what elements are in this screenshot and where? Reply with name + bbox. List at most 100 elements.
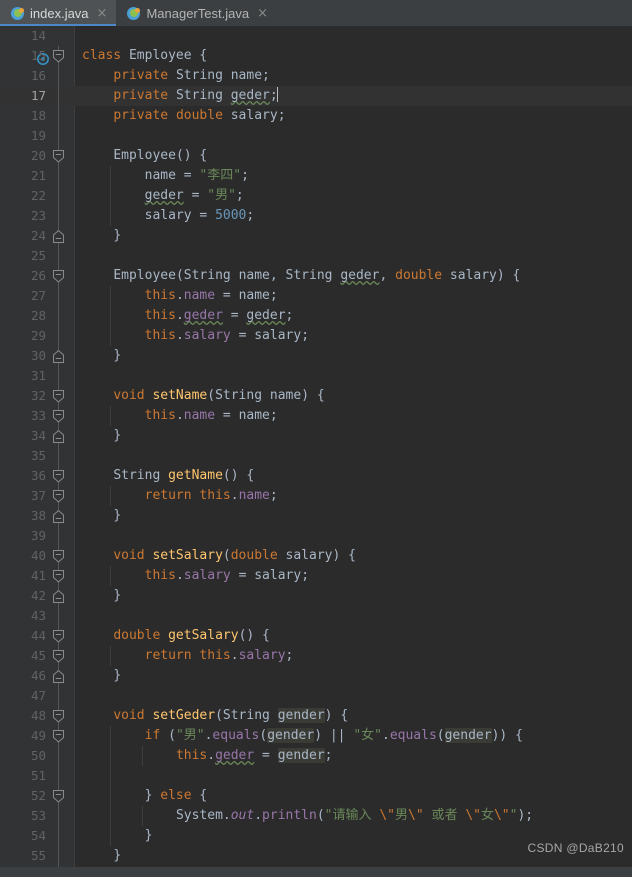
code-line[interactable]: 33 this.name = name; <box>0 406 632 426</box>
code-line[interactable]: 34 } <box>0 426 632 446</box>
code-line[interactable]: 48 void setGeder(String gender) { <box>0 706 632 726</box>
fold-expand-icon[interactable] <box>53 590 64 603</box>
code-text[interactable]: name = "李四"; <box>82 166 249 186</box>
code-line[interactable]: 40 void setSalary(double salary) { <box>0 546 632 566</box>
fold-guide-line <box>58 126 59 146</box>
code-text[interactable]: void setName(String name) { <box>82 386 324 406</box>
code-line[interactable]: 30 } <box>0 346 632 366</box>
code-text[interactable]: this.geder = geder; <box>82 306 294 326</box>
code-text[interactable]: void setGeder(String gender) { <box>82 706 348 726</box>
close-icon[interactable]: × <box>97 7 108 20</box>
code-line[interactable]: 36 String getName() { <box>0 466 632 486</box>
code-line[interactable]: 25 <box>0 246 632 266</box>
fold-collapse-icon[interactable] <box>53 50 64 63</box>
fold-collapse-icon[interactable] <box>53 570 64 583</box>
code-text[interactable]: } <box>82 346 121 366</box>
code-line[interactable]: 46 } <box>0 666 632 686</box>
code-text[interactable]: } <box>82 666 121 686</box>
code-text[interactable]: double getSalary() { <box>82 626 270 646</box>
code-line[interactable]: 44 double getSalary() { <box>0 626 632 646</box>
code-line[interactable]: 23 salary = 5000; <box>0 206 632 226</box>
code-line[interactable]: 39 <box>0 526 632 546</box>
code-text[interactable]: class Employee { <box>82 46 207 66</box>
code-line[interactable]: 42 } <box>0 586 632 606</box>
code-text[interactable]: salary = 5000; <box>82 206 255 226</box>
close-icon[interactable]: × <box>257 7 268 20</box>
code-text[interactable]: private String geder; <box>82 86 278 106</box>
code-line[interactable]: 41 this.salary = salary; <box>0 566 632 586</box>
code-editor[interactable]: 14 15 class Employee {16 private String na… <box>0 26 632 877</box>
fold-collapse-icon[interactable] <box>53 630 64 643</box>
fold-collapse-icon[interactable] <box>53 470 64 483</box>
fold-collapse-icon[interactable] <box>53 490 64 503</box>
fold-collapse-icon[interactable] <box>53 150 64 163</box>
tab-managertest-java[interactable]: ManagerTest.java × <box>116 0 277 26</box>
code-line[interactable]: 53 System.out.println("请输入 \"男\" 或者 \"女\… <box>0 806 632 826</box>
code-line[interactable]: 43 <box>0 606 632 626</box>
code-line[interactable]: 26 Employee(String name, String geder, d… <box>0 266 632 286</box>
code-line[interactable]: 21 name = "李四"; <box>0 166 632 186</box>
fold-expand-icon[interactable] <box>53 430 64 443</box>
fold-expand-icon[interactable] <box>53 510 64 523</box>
code-text[interactable]: return this.salary; <box>82 646 294 666</box>
code-line[interactable]: 20 Employee() { <box>0 146 632 166</box>
code-text[interactable]: void setSalary(double salary) { <box>82 546 356 566</box>
code-text[interactable]: private double salary; <box>82 106 285 126</box>
code-line[interactable]: 27 this.name = name; <box>0 286 632 306</box>
code-text[interactable]: private String name; <box>82 66 270 86</box>
fold-collapse-icon[interactable] <box>53 390 64 403</box>
code-text[interactable]: this.name = name; <box>82 406 278 426</box>
fold-collapse-icon[interactable] <box>53 270 64 283</box>
code-line[interactable]: 19 <box>0 126 632 146</box>
code-line[interactable]: 50 this.geder = gender; <box>0 746 632 766</box>
code-line[interactable]: 24 } <box>0 226 632 246</box>
fold-collapse-icon[interactable] <box>53 410 64 423</box>
code-text[interactable]: this.salary = salary; <box>82 566 309 586</box>
code-text[interactable]: } <box>82 586 121 606</box>
code-text[interactable]: Employee(String name, String geder, doub… <box>82 266 520 286</box>
code-line[interactable]: 31 <box>0 366 632 386</box>
code-line[interactable]: 17 private String geder; <box>0 86 632 106</box>
code-line[interactable]: 15 class Employee { <box>0 46 632 66</box>
code-text[interactable]: } <box>82 426 121 446</box>
code-text[interactable]: String getName() { <box>82 466 254 486</box>
code-text[interactable]: this.salary = salary; <box>82 326 309 346</box>
code-text[interactable]: this.name = name; <box>82 286 278 306</box>
code-line[interactable]: 52 } else { <box>0 786 632 806</box>
code-line[interactable]: 28 this.geder = geder; <box>0 306 632 326</box>
code-text[interactable]: this.geder = gender; <box>82 746 333 766</box>
code-line[interactable]: 47 <box>0 686 632 706</box>
code-line[interactable]: 29 this.salary = salary; <box>0 326 632 346</box>
code-line[interactable]: 38 } <box>0 506 632 526</box>
code-text[interactable]: System.out.println("请输入 \"男\" 或者 \"女\"")… <box>82 806 533 826</box>
code-line[interactable]: 37 return this.name; <box>0 486 632 506</box>
code-line[interactable]: 16 private String name; <box>0 66 632 86</box>
editor-tab-bar: index.java × ManagerTest.java × <box>0 0 632 26</box>
fold-collapse-icon[interactable] <box>53 730 64 743</box>
code-text[interactable]: } <box>82 846 121 866</box>
code-text[interactable]: return this.name; <box>82 486 278 506</box>
code-line[interactable]: 49 if ("男".equals(gender) || "女".equals(… <box>0 726 632 746</box>
code-line[interactable]: 14 <box>0 26 632 46</box>
code-line[interactable]: 51 <box>0 766 632 786</box>
fold-collapse-icon[interactable] <box>53 710 64 723</box>
code-text[interactable]: geder = "男"; <box>82 186 244 206</box>
code-text[interactable]: } <box>82 226 121 246</box>
fold-collapse-icon[interactable] <box>53 550 64 563</box>
fold-collapse-icon[interactable] <box>53 790 64 803</box>
fold-expand-icon[interactable] <box>53 230 64 243</box>
fold-collapse-icon[interactable] <box>53 650 64 663</box>
code-line[interactable]: 32 void setName(String name) { <box>0 386 632 406</box>
fold-expand-icon[interactable] <box>53 350 64 363</box>
code-line[interactable]: 45 return this.salary; <box>0 646 632 666</box>
code-text[interactable]: } <box>82 506 121 526</box>
tab-index-java[interactable]: index.java × <box>0 0 117 26</box>
code-text[interactable]: if ("男".equals(gender) || "女".equals(gen… <box>82 726 523 746</box>
code-text[interactable]: } <box>82 826 153 846</box>
code-text[interactable]: Employee() { <box>82 146 207 166</box>
code-line[interactable]: 35 <box>0 446 632 466</box>
code-line[interactable]: 18 private double salary; <box>0 106 632 126</box>
fold-expand-icon[interactable] <box>53 670 64 683</box>
code-text[interactable]: } else { <box>82 786 208 806</box>
code-line[interactable]: 22 geder = "男"; <box>0 186 632 206</box>
